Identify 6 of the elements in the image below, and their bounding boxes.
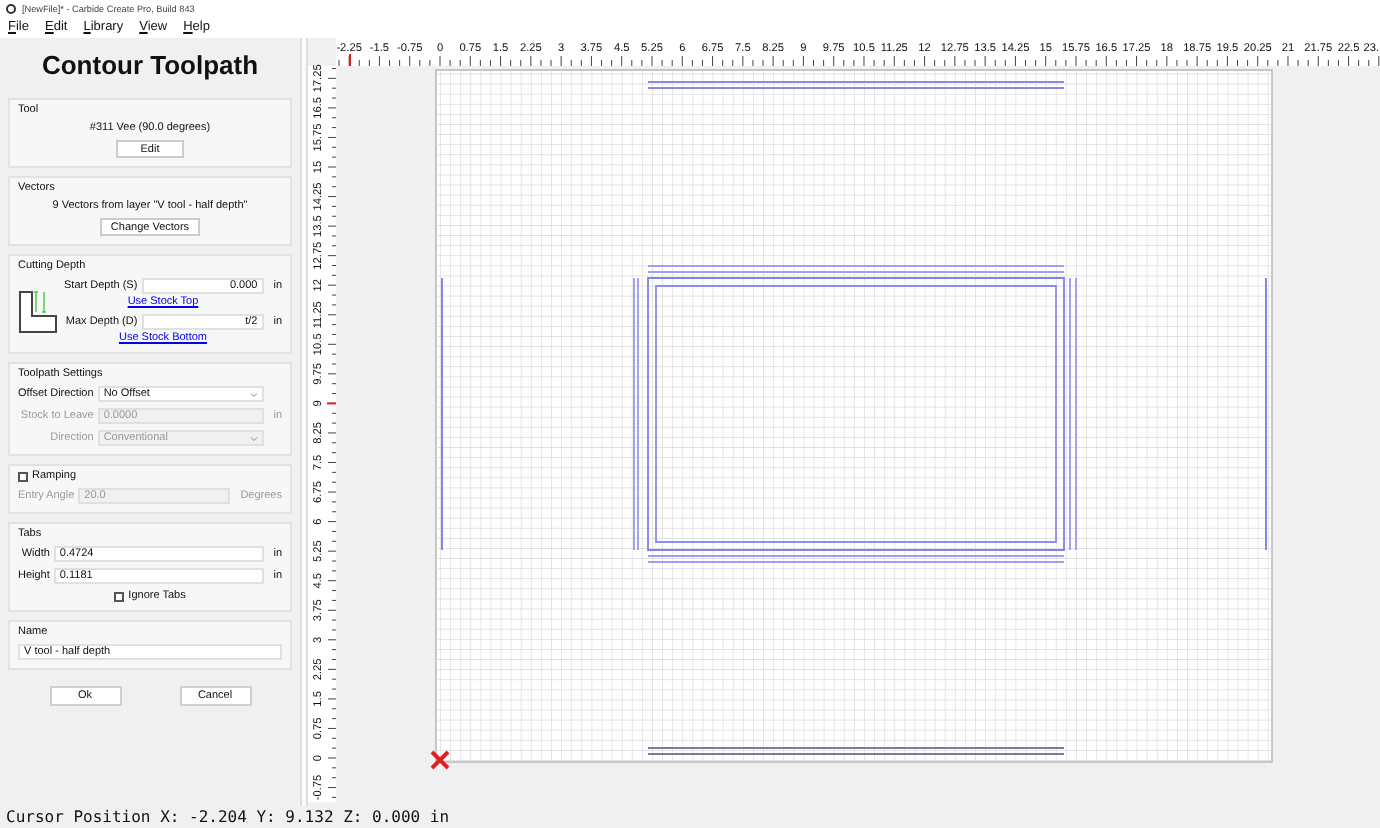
origin-icon — [430, 750, 450, 770]
depth-diagram-icon — [18, 287, 58, 335]
app-logo-icon — [6, 3, 16, 13]
caret-icon — [249, 435, 258, 441]
panel-title: Contour Toolpath — [39, 50, 261, 80]
cursor-position: Cursor Position X: -2.204 Y: 9.132 Z: 0.000 in — [6, 808, 450, 826]
